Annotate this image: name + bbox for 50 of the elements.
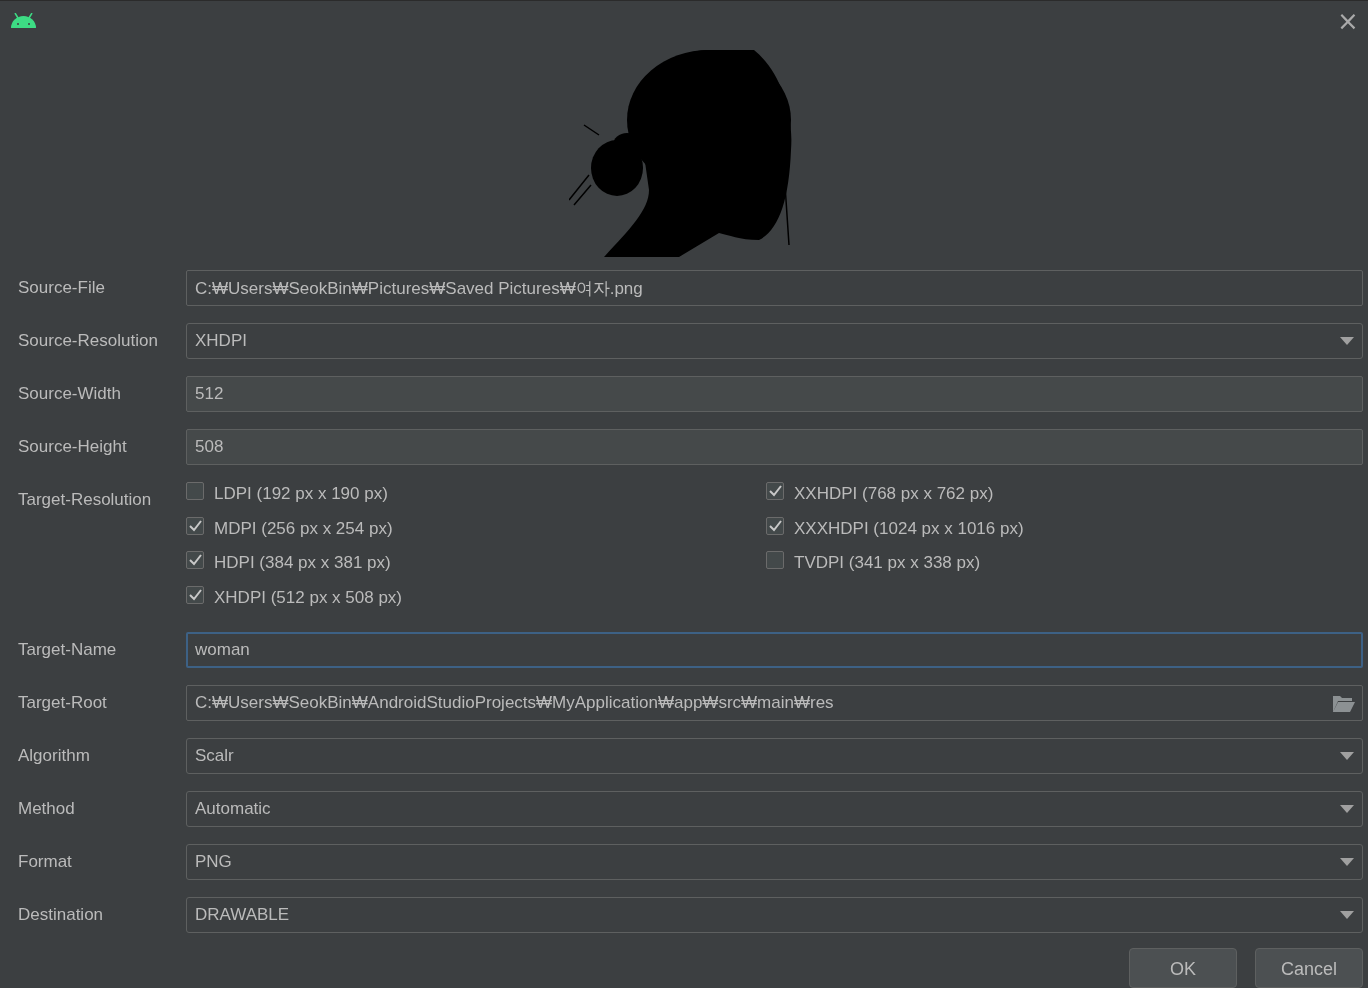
text-field[interactable]: woman <box>186 632 1363 668</box>
field-label: Method <box>18 798 76 820</box>
field-label: Destination <box>18 904 105 926</box>
checkmark-icon <box>188 554 202 567</box>
field-label: Target-Root <box>18 692 108 714</box>
checkmark-icon <box>768 485 782 498</box>
checkbox-option[interactable]: TVDPI (341 px x 338 px) <box>766 546 1024 581</box>
checkbox[interactable] <box>766 482 784 501</box>
checkmark-icon <box>768 519 782 532</box>
dropdown-arrow-icon <box>1340 911 1354 919</box>
checkbox-option[interactable]: XHDPI (512 px x 508 px) <box>186 580 766 615</box>
path-field[interactable]: C:₩Users₩SeokBin₩AndroidStudioProjects₩MyApplication₩app₩src₩main₩res <box>186 685 1363 721</box>
field-label: Source-Height <box>18 436 128 458</box>
dropdown-arrow-icon <box>1340 805 1354 813</box>
checkbox[interactable] <box>766 516 784 535</box>
dropdown[interactable]: Automatic <box>186 791 1363 827</box>
dropdown-arrow-icon <box>1340 337 1354 345</box>
field-label: Source-Resolution <box>18 330 159 352</box>
text-field[interactable]: C:₩Users₩SeokBin₩Pictures₩Saved Pictures₩여자.png <box>186 270 1363 306</box>
checkbox-option[interactable]: LDPI (192 px x 190 px) <box>186 477 766 512</box>
checkbox-option[interactable]: HDPI (384 px x 381 px) <box>186 546 766 581</box>
dropdown-arrow-icon <box>1340 752 1354 760</box>
field-label: Target-Resolution <box>18 489 153 511</box>
checkbox[interactable] <box>186 516 204 535</box>
text-field[interactable]: 512 <box>186 376 1363 412</box>
checkbox[interactable] <box>186 585 204 604</box>
field-label: Source-File <box>18 277 106 299</box>
checkbox-option[interactable]: XXHDPI (768 px x 762 px) <box>766 477 1024 512</box>
dialog-button[interactable]: Cancel <box>1255 948 1363 988</box>
checkmark-icon <box>188 588 202 601</box>
field-label: Algorithm <box>18 745 91 767</box>
checkbox[interactable] <box>766 551 784 570</box>
field-label: Target-Name <box>18 639 118 661</box>
field-label: Source-Width <box>18 383 122 405</box>
dropdown[interactable]: DRAWABLE <box>186 897 1363 933</box>
dropdown[interactable]: XHDPI <box>186 323 1363 359</box>
text-field[interactable]: 508 <box>186 429 1363 465</box>
checkbox[interactable] <box>186 482 204 501</box>
android-icon <box>11 12 36 29</box>
folder-icon[interactable] <box>1333 695 1355 712</box>
dialog-button[interactable]: OK <box>1129 948 1237 988</box>
close-button[interactable]: × <box>1336 7 1360 34</box>
dropdown[interactable]: Scalr <box>186 738 1363 774</box>
checkmark-icon <box>188 519 202 532</box>
checkbox[interactable] <box>186 551 204 570</box>
checkbox-option[interactable]: MDPI (256 px x 254 px) <box>186 511 766 546</box>
dropdown[interactable]: PNG <box>186 844 1363 880</box>
dropdown-arrow-icon <box>1340 858 1354 866</box>
field-label: Format <box>18 851 73 873</box>
checkbox-option[interactable]: XXXHDPI (1024 px x 1016 px) <box>766 511 1024 546</box>
